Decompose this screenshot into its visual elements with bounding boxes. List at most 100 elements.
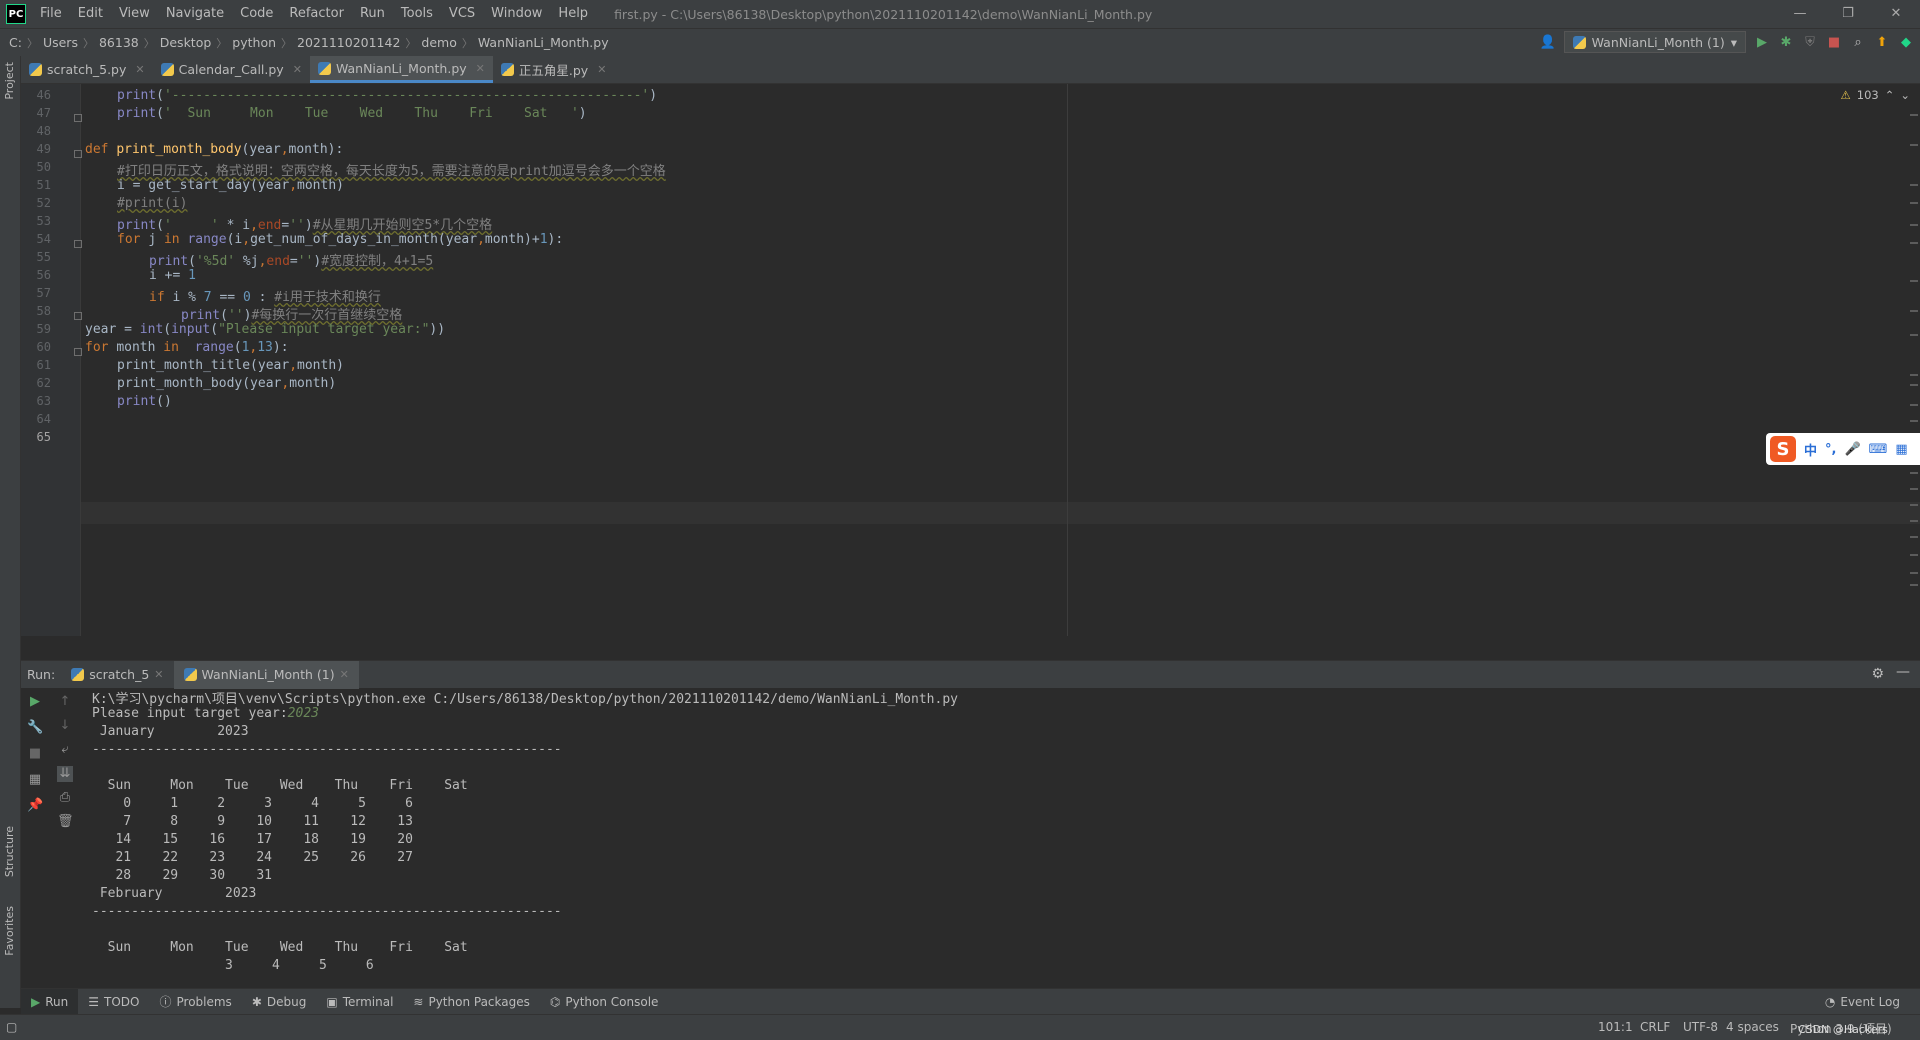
run-icon[interactable]: ▶	[1754, 34, 1770, 50]
inspection-widget[interactable]: ⚠ 103 ⌃ ⌄	[1840, 88, 1910, 102]
breadcrumb-item[interactable]: demo	[418, 35, 459, 50]
fold-marker-icon[interactable]	[74, 348, 82, 356]
layout-icon[interactable]: ▦	[27, 772, 43, 788]
tool-debug[interactable]: ✱ Debug	[242, 989, 317, 1015]
keyboard-icon[interactable]: ⌨	[1869, 442, 1888, 457]
run-configuration-select[interactable]: WanNianLi_Month (1) ▾	[1563, 31, 1746, 53]
ime-toolbar[interactable]: S 中 °, 🎤 ⌨ ▦	[1766, 433, 1920, 465]
breadcrumb-item[interactable]: 2021110201142	[294, 35, 403, 50]
wrench-icon[interactable]: 🔧	[27, 720, 43, 736]
scrollbar-marker	[1910, 374, 1918, 376]
file-encoding[interactable]: UTF-8	[1683, 1020, 1718, 1034]
stop-icon[interactable]: ■	[1826, 34, 1842, 50]
plugin-icon[interactable]: ◆	[1898, 34, 1914, 50]
python-file-icon	[160, 63, 174, 76]
menu-item-vcs[interactable]: VCS	[441, 0, 483, 28]
indent-setting[interactable]: 4 spaces	[1726, 1020, 1779, 1034]
editor-tab[interactable]: WanNianLi_Month.py ✕	[309, 56, 493, 83]
arrow-up-icon[interactable]: ↑	[57, 694, 73, 710]
code-editor[interactable]: 46 47 48 49 50 51 52 53 54 55 56 57 58 59 60 61 62 63 64 65…	[21, 84, 1920, 636]
editor-tab[interactable]: scratch_5.py ✕	[21, 56, 153, 83]
menu-item-file[interactable]: File	[32, 0, 70, 28]
minimize-button[interactable]: —	[1776, 0, 1824, 28]
scroll-to-end-icon[interactable]: ⇊	[57, 766, 73, 782]
rerun-icon[interactable]: ▶	[27, 694, 43, 710]
menu-item-refactor[interactable]: Refactor	[281, 0, 352, 28]
menu-item-navigate[interactable]: Navigate	[158, 0, 232, 28]
grid-icon[interactable]: ▦	[1895, 442, 1907, 457]
menu-item-code[interactable]: Code	[232, 0, 281, 28]
debug-icon[interactable]: ✱	[1778, 34, 1794, 50]
editor-tab[interactable]: 正五角星.py ✕	[493, 56, 615, 83]
tool-event-log[interactable]: ◔ Event Log	[1815, 989, 1910, 1015]
fold-marker-icon[interactable]	[74, 312, 82, 320]
tool-label: Event Log	[1840, 994, 1900, 1009]
close-icon[interactable]: ✕	[340, 668, 349, 681]
tool-problems[interactable]: ⓘ Problems	[149, 989, 241, 1015]
menu-item-run[interactable]: Run	[352, 0, 393, 28]
run-tab-wanniani[interactable]: WanNianLi_Month (1) ✕	[173, 660, 359, 689]
python-file-icon	[317, 61, 331, 75]
breadcrumb-item[interactable]: python	[229, 35, 279, 50]
fold-marker-icon[interactable]	[74, 150, 82, 158]
editor-tab[interactable]: Calendar_Call.py ✕	[153, 56, 310, 83]
coverage-icon[interactable]: ⛨	[1802, 34, 1818, 50]
user-icon[interactable]: 👤	[1540, 34, 1556, 50]
gear-icon[interactable]: ⚙	[1871, 666, 1884, 682]
search-icon[interactable]: ⌕	[1850, 34, 1866, 50]
microphone-icon[interactable]: 🎤	[1844, 442, 1860, 457]
pin-icon[interactable]: 📌	[27, 798, 43, 814]
close-icon[interactable]: ✕	[597, 63, 606, 76]
ime-chinese-mode[interactable]: 中	[1804, 440, 1817, 459]
favorites-tool-button[interactable]: Favorites	[3, 906, 16, 956]
menu-item-tools[interactable]: Tools	[393, 0, 441, 28]
close-button[interactable]: ✕	[1872, 0, 1920, 28]
structure-tool-button[interactable]: Structure	[3, 826, 16, 877]
scrollbar-marker	[1910, 520, 1918, 522]
menu-item-window[interactable]: Window	[483, 0, 550, 28]
restore-button[interactable]: ❐	[1824, 0, 1872, 28]
arrow-down-icon[interactable]: ↓	[57, 718, 73, 734]
trash-icon[interactable]: 🗑	[57, 814, 74, 830]
console-output-line: ----------------------------------------…	[92, 742, 562, 757]
breadcrumb-item[interactable]: Users	[40, 35, 81, 50]
print-icon[interactable]: ⎙	[57, 790, 73, 806]
tool-run[interactable]: ▶ Run	[21, 988, 79, 1015]
python-file-icon	[1572, 35, 1586, 49]
menu-item-edit[interactable]: Edit	[70, 0, 111, 28]
close-icon[interactable]: ✕	[293, 63, 302, 76]
breadcrumb-item[interactable]: WanNianLi_Month.py	[475, 35, 612, 50]
tool-python-console[interactable]: ⌬ Python Console	[540, 989, 669, 1015]
layout-toggle-icon[interactable]: ▢	[6, 1020, 17, 1034]
line-number: 64	[36, 412, 51, 426]
project-tool-button[interactable]: Project	[3, 62, 16, 100]
update-icon[interactable]: ⬆	[1874, 34, 1890, 50]
chevron-down-icon: ▾	[1730, 34, 1737, 50]
close-icon[interactable]: ✕	[476, 62, 485, 75]
close-icon[interactable]: ✕	[154, 668, 163, 681]
caret-position[interactable]: 101:1	[1598, 1020, 1633, 1034]
menu-item-help[interactable]: Help	[550, 0, 596, 28]
line-separator[interactable]: CRLF	[1640, 1020, 1670, 1034]
tool-python-packages[interactable]: ≋ Python Packages	[403, 989, 539, 1015]
menu-item-view[interactable]: View	[111, 0, 158, 28]
fold-marker-icon[interactable]	[74, 240, 82, 248]
close-icon[interactable]: ✕	[135, 63, 144, 76]
chevron-down-icon[interactable]: ⌄	[1900, 88, 1910, 102]
tool-terminal[interactable]: ▣ Terminal	[316, 989, 403, 1015]
chevron-up-icon[interactable]: ⌃	[1885, 88, 1895, 102]
fold-marker-icon[interactable]	[74, 114, 82, 122]
breadcrumb-item[interactable]: 86138	[96, 35, 142, 50]
breadcrumb-item[interactable]: Desktop	[157, 35, 215, 50]
run-tab-label: scratch_5	[89, 667, 150, 682]
soft-wrap-icon[interactable]: ⤶	[57, 742, 73, 758]
minimize-panel-icon[interactable]: —	[1896, 664, 1910, 680]
tool-todo[interactable]: ☰ TODO	[78, 989, 149, 1015]
ime-punctuation[interactable]: °,	[1825, 442, 1836, 457]
breadcrumb-item[interactable]: C:	[6, 35, 25, 50]
run-tab-scratch5[interactable]: scratch_5 ✕	[61, 661, 173, 689]
line-number: 55	[36, 250, 51, 264]
breadcrumb-separator-icon: 〉	[461, 36, 473, 50]
run-console-output[interactable]: K:\学习\pycharm\项目\venv\Scripts\python.exe…	[82, 688, 1912, 988]
stop-icon[interactable]: ■	[27, 746, 43, 762]
